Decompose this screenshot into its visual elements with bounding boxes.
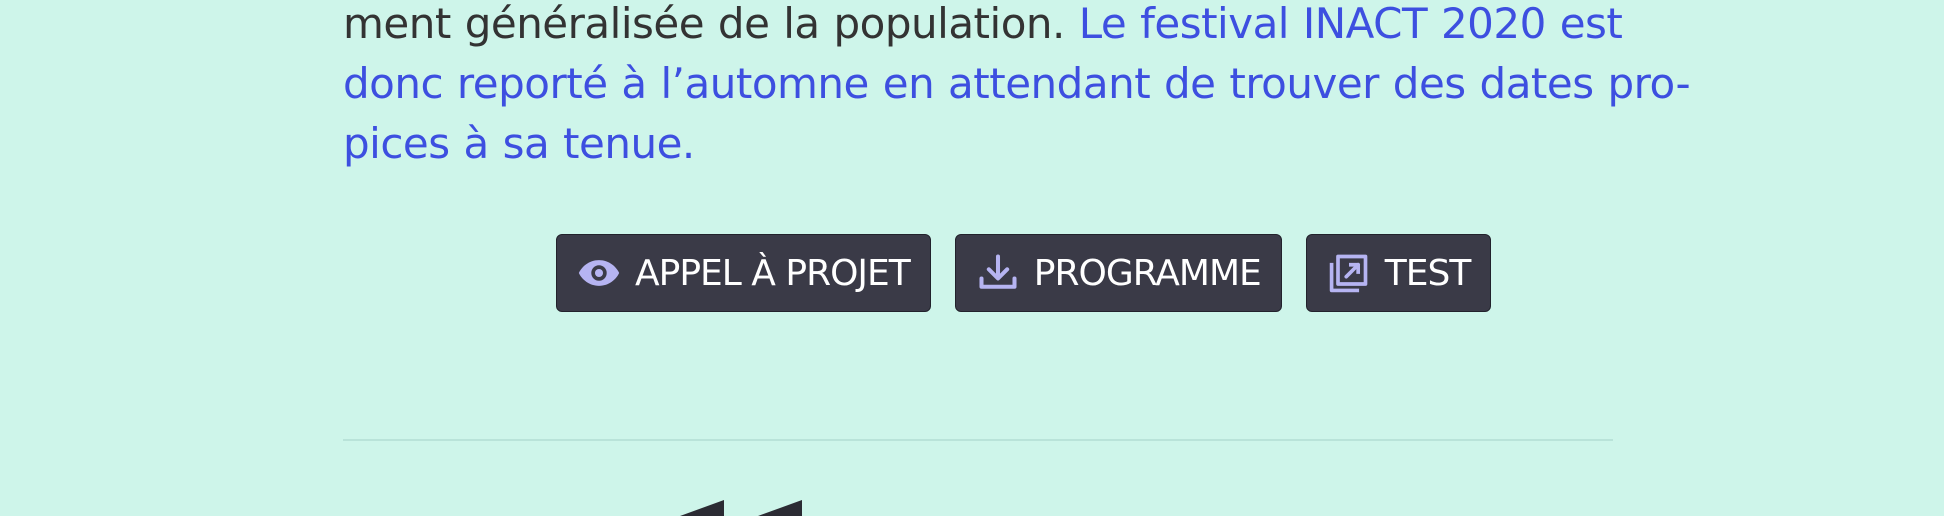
heading-glyph-fragment [758, 500, 802, 516]
programme-button[interactable]: PROGRAMME [954, 234, 1282, 312]
test-button[interactable]: TEST [1305, 234, 1492, 312]
paragraph-text: ment généralisée de la population. [343, 0, 1065, 48]
highlighted-text-line-3: pices à sa tenue. [343, 119, 695, 168]
content-area: ment généralisée de la population. Le fe… [343, 0, 1691, 174]
action-button-group: APPEL À PROJET PROGRAMME TEST [556, 234, 1492, 312]
eye-icon [577, 251, 621, 295]
programme-label: PROGRAMME [1033, 252, 1262, 294]
appel-a-projet-label: APPEL À PROJET [635, 252, 911, 294]
download-icon [976, 251, 1020, 295]
external-link-icon [1327, 251, 1371, 295]
highlighted-text-line-2: donc reporté à l’automne en attendant de… [343, 59, 1691, 108]
section-divider [343, 439, 1613, 441]
highlighted-text: Le festival INACT 2020 est [1078, 0, 1623, 48]
appel-a-projet-button[interactable]: APPEL À PROJET [556, 234, 931, 312]
festival-notice-paragraph: ment généralisée de la population. Le fe… [343, 0, 1691, 174]
heading-glyph-fragment [680, 500, 724, 516]
test-label: TEST [1384, 252, 1472, 294]
next-section-heading-partial [680, 500, 802, 516]
paragraph-line-1: ment généralisée de la population. Le fe… [343, 0, 1623, 54]
